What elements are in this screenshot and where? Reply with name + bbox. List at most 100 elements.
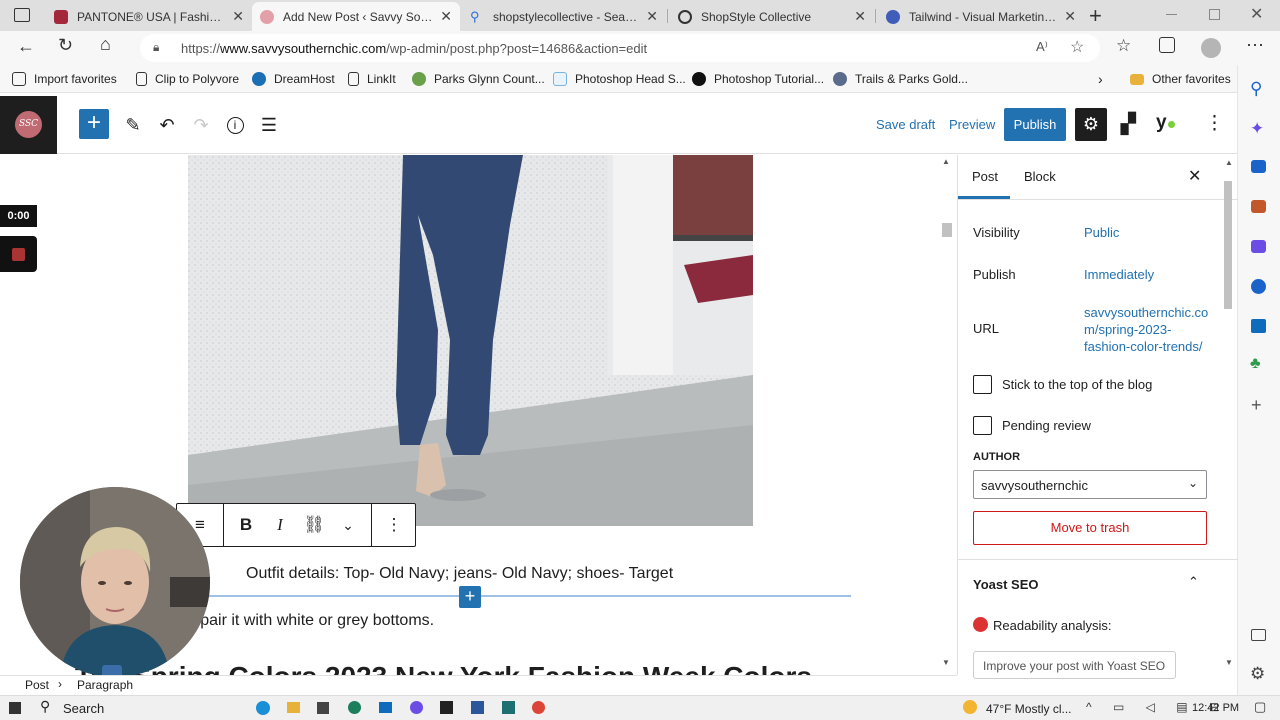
copilot-icon[interactable]: ✦ — [1250, 119, 1264, 139]
tab-pantone[interactable]: PANTONE® USA | Fashion Color ✕ — [46, 2, 252, 31]
paragraph-block[interactable]: s to pair it with white or grey bottoms. — [170, 612, 434, 630]
favorites-icon[interactable]: ☆ — [1116, 36, 1131, 56]
link-icon[interactable]: ⛓ — [297, 504, 331, 546]
sidebar-scrollbar-thumb[interactable] — [1224, 181, 1232, 309]
close-icon[interactable]: ✕ — [646, 8, 658, 25]
tab-block[interactable]: Block — [1024, 169, 1056, 184]
tab-tailwind[interactable]: Tailwind - Visual Marketing Suite ✕ — [878, 2, 1084, 31]
publish-button[interactable]: Publish — [1004, 108, 1066, 141]
options-menu-icon[interactable]: ⋮ — [1205, 112, 1224, 135]
redo-icon[interactable]: ↷ — [189, 113, 213, 137]
weather-icon[interactable] — [963, 700, 977, 714]
block-inserter-toggle[interactable]: + — [79, 109, 109, 139]
undo-icon[interactable]: ↶ — [155, 113, 179, 137]
save-draft-button[interactable]: Save draft — [876, 117, 935, 132]
window-close-icon[interactable]: ✕ — [1250, 4, 1263, 24]
tree-icon[interactable]: ♣ — [1250, 355, 1261, 373]
favorite-linkit[interactable]: LinkIt — [348, 70, 396, 88]
collections-icon[interactable] — [1159, 37, 1175, 53]
taskbar-app-icon[interactable] — [440, 701, 453, 714]
inline-inserter-button[interactable]: + — [459, 586, 481, 608]
sticky-checkbox[interactable] — [973, 375, 992, 394]
taskbar-app-icon[interactable] — [348, 701, 361, 714]
new-tab-icon[interactable]: + — [1089, 3, 1102, 29]
permalink-value[interactable]: savvysouthernchic.co m/spring-2023- fash… — [1084, 304, 1208, 355]
favorite-dreamhost[interactable]: DreamHost — [252, 70, 335, 88]
pending-review-checkbox[interactable] — [973, 416, 992, 435]
favorite-photoshop-head[interactable]: Photoshop Head S... — [553, 70, 686, 88]
settings-icon[interactable]: ⚙ — [1250, 664, 1265, 684]
office-icon[interactable] — [1251, 279, 1266, 294]
jetpack-icon[interactable]: ▞ — [1121, 113, 1136, 136]
more-icon[interactable]: ⋯ — [1246, 35, 1264, 56]
clock[interactable]: 12:42 PM — [1192, 702, 1239, 714]
visibility-value[interactable]: Public — [1084, 225, 1119, 240]
outfit-photo[interactable] — [188, 155, 753, 526]
favorites-overflow-chevron-icon[interactable]: › — [1098, 70, 1103, 88]
taskbar-app-icon[interactable] — [532, 701, 545, 714]
taskbar-app-icon[interactable] — [287, 702, 300, 713]
breadcrumb-paragraph[interactable]: Paragraph — [77, 678, 133, 692]
weather-label[interactable]: 47°F Mostly cl... — [986, 702, 1071, 716]
refresh-icon[interactable]: ↻ — [58, 35, 73, 56]
favorite-import[interactable]: Import favorites — [12, 70, 117, 88]
url-field[interactable]: 🔒︎ https://www.savvysouthernchic.com/wp-… — [140, 34, 1100, 62]
block-options-icon[interactable]: ⋮ — [377, 504, 411, 546]
taskbar-app-icon[interactable] — [410, 701, 423, 714]
search-icon[interactable]: ⚲ — [1250, 79, 1262, 99]
heading-block[interactable]: Top Spring Colors 2023 New York Fashion … — [75, 661, 812, 675]
home-icon[interactable]: ⌂ — [100, 34, 111, 55]
tab-add-new-post[interactable]: Add New Post ‹ Savvy Southern Chic ✕ — [252, 2, 460, 31]
taskbar-app-icon[interactable] — [317, 702, 329, 714]
taskbar-app-icon[interactable] — [379, 702, 392, 713]
favorite-other[interactable]: Other favorites — [1130, 70, 1231, 88]
favorite-polyvore[interactable]: Clip to Polyvore — [136, 70, 239, 88]
details-info-icon[interactable]: i — [223, 113, 247, 137]
scroll-up-icon[interactable]: ▲ — [1225, 158, 1233, 167]
publish-date-value[interactable]: Immediately — [1084, 267, 1154, 282]
site-logo[interactable]: SSC — [0, 96, 57, 154]
image-caption[interactable]: Outfit details: Top- Old Navy; jeans- Ol… — [246, 565, 673, 583]
tab-search[interactable]: ⚲ shopstylecollective - Search ✕ — [462, 2, 666, 31]
close-icon[interactable]: ✕ — [854, 8, 866, 25]
favorite-photoshop-tutorial[interactable]: Photoshop Tutorial... — [692, 70, 824, 88]
settings-gear-icon[interactable]: ⚙ — [1075, 108, 1107, 141]
profile-avatar[interactable] — [1201, 38, 1221, 58]
italic-icon[interactable]: I — [263, 504, 297, 546]
taskbar-app-icon[interactable] — [256, 701, 270, 715]
tab-actions-icon[interactable] — [14, 8, 30, 22]
close-icon[interactable]: ✕ — [1064, 8, 1076, 25]
games-icon[interactable] — [1251, 240, 1266, 253]
notifications-icon[interactable]: ▢ — [1254, 699, 1266, 715]
stop-recording-button[interactable] — [0, 236, 37, 272]
outlook-icon[interactable] — [1251, 319, 1266, 333]
read-aloud-icon[interactable]: A⁾ — [1036, 39, 1048, 55]
back-icon[interactable]: ← — [17, 36, 35, 57]
add-icon[interactable]: + — [1251, 395, 1262, 416]
canvas-scrollbar-thumb[interactable] — [942, 223, 952, 237]
shopping-icon[interactable] — [1251, 160, 1266, 173]
scroll-down-icon[interactable]: ▼ — [942, 658, 950, 667]
windows-start-icon[interactable] — [9, 702, 21, 714]
taskbar-search-icon[interactable]: ⚲ — [40, 698, 50, 715]
taskbar-search-label[interactable]: Search — [63, 701, 104, 716]
taskbar-app-icon[interactable] — [502, 701, 515, 714]
tab-post[interactable]: Post — [972, 169, 998, 184]
move-to-trash-button[interactable]: Move to trash — [973, 511, 1207, 545]
close-icon[interactable]: ✕ — [440, 8, 452, 25]
chevron-up-icon[interactable]: ⌃ — [1188, 574, 1199, 590]
add-favorite-icon[interactable]: ☆ — [1070, 37, 1084, 57]
lock-icon[interactable]: 🔒︎ — [153, 40, 159, 55]
close-icon[interactable]: ✕ — [232, 8, 244, 25]
scroll-down-icon[interactable]: ▼ — [1225, 658, 1233, 667]
tab-shopstyle[interactable]: ShopStyle Collective ✕ — [670, 2, 874, 31]
yoast-icon[interactable]: y — [1156, 112, 1175, 134]
sidebar-toggle-icon[interactable] — [1251, 629, 1266, 641]
breadcrumb-post[interactable]: Post — [25, 678, 49, 692]
tools-icon[interactable] — [1251, 200, 1266, 213]
more-formatting-chevron-icon[interactable]: ⌄ — [331, 504, 365, 546]
favorite-parks[interactable]: Parks Glynn Count... — [412, 70, 545, 88]
scroll-up-icon[interactable]: ▲ — [942, 157, 950, 166]
maximize-icon[interactable] — [1209, 9, 1220, 20]
pencil-tools-icon[interactable]: ✎ — [121, 113, 145, 137]
